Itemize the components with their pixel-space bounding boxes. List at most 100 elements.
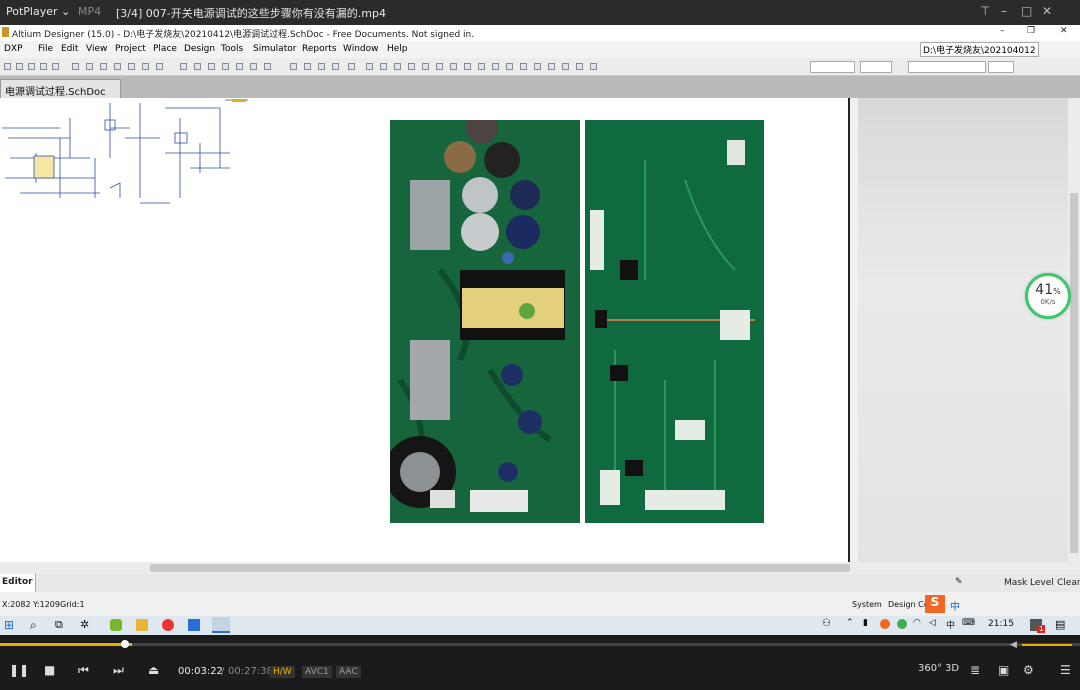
pin-icon[interactable]: ⊤ (980, 4, 990, 18)
close-icon[interactable]: ✕ (1042, 4, 1052, 18)
document-tab-strip: 电源调试过程.SchDoc (0, 76, 1080, 98)
schematic-drawing (2, 99, 248, 204)
notification-badge: 1 (1037, 625, 1046, 633)
toolbar-combo-4[interactable] (988, 61, 1014, 73)
maximize-icon[interactable]: □ (1021, 4, 1032, 18)
mic-icon[interactable]: ▮ (863, 618, 868, 628)
previous-button[interactable]: ⏮ (78, 663, 89, 678)
time-separator: / (221, 666, 225, 677)
design-panel-button[interactable]: Design Co (888, 600, 929, 609)
player-menu-button[interactable]: PotPlayer ⌄ (6, 5, 70, 18)
menu-place[interactable]: Place (153, 44, 177, 54)
minimize-icon[interactable]: – (1001, 4, 1007, 18)
app-icon-3[interactable] (188, 619, 200, 631)
altium-restore-icon[interactable]: ❐ (1027, 26, 1035, 36)
sheet-border (848, 98, 850, 562)
altium-toolbar[interactable] (0, 58, 1080, 76)
altium-task-icon[interactable] (212, 617, 230, 633)
menu-window[interactable]: Window (343, 44, 379, 54)
video-frame[interactable]: Altium Designer (15.0) - D:\电子发烧友\202104… (0, 25, 1080, 635)
menu-edit[interactable]: Edit (61, 44, 78, 54)
player-controls: ◀ ❚❚ ■ ⏮ ⏭ ⏏ 00:03:22 / 00:27:38 H/W AVC… (0, 635, 1080, 690)
volume-icon[interactable]: ◀ (1010, 640, 1017, 650)
speed-percent: 41 (1035, 282, 1054, 298)
3d-icon[interactable]: 3D (945, 663, 959, 674)
toolbar-combo-3[interactable] (908, 61, 986, 73)
windows-taskbar: ⊞ ⌕ ⧉ ✲ ⚇ ⌃ ▮ ◠ ◁ 中 ⌨ 21:15 1 ▤ (0, 616, 1080, 635)
ime-sogou-icon[interactable]: ⌨ (962, 618, 975, 628)
windows-start-icon[interactable]: ⊞ (4, 618, 14, 632)
ime-indicator[interactable]: 中 (946, 618, 955, 631)
toolbar-combo-2[interactable] (860, 61, 892, 73)
cursor-coords: X:2082 Y:1209 (2, 600, 60, 609)
tray-app-icon-2[interactable] (897, 619, 907, 629)
video-codec-tag[interactable]: AVC1 (302, 666, 332, 678)
net-speed-widget[interactable]: 41% 0K/s (1025, 273, 1071, 319)
mask-level-button[interactable]: Mask Level (1004, 578, 1054, 588)
menu-project[interactable]: Project (115, 44, 146, 54)
speed-rate: 0K/s (1040, 298, 1056, 306)
status-bar: X:2082 Y:1209 Grid:1 System Design Co S … (0, 592, 1080, 616)
subtitle-search-icon[interactable]: ≣ (970, 663, 980, 677)
horizontal-scrollbar[interactable] (0, 562, 1080, 574)
sogou-ime-icon[interactable]: S (925, 595, 945, 613)
document-tab-label: 电源调试过程.SchDoc (5, 87, 106, 98)
app-icon-2[interactable] (162, 619, 174, 631)
toolbar-combo-1[interactable] (810, 61, 855, 73)
altium-title-bar: Altium Designer (15.0) - D:\电子发烧友\202104… (0, 25, 1080, 41)
search-icon[interactable]: ⌕ (30, 618, 37, 633)
brush-icon[interactable]: ✎ (955, 577, 963, 587)
pcb-photo-top (390, 120, 580, 523)
stop-button[interactable]: ■ (44, 663, 55, 677)
menu-help[interactable]: Help (387, 44, 408, 54)
total-time: 00:27:38 (228, 666, 273, 677)
eject-button[interactable]: ⏏ (148, 663, 159, 677)
wifi-icon[interactable]: ◠ (913, 618, 921, 628)
altium-logo-icon (2, 27, 9, 37)
editor-bar: Editor ✎ Mask Level Clear (0, 574, 1080, 592)
menu-reports[interactable]: Reports (302, 44, 337, 54)
settings-icon[interactable]: ✲ (80, 618, 89, 631)
seek-bar[interactable] (0, 640, 1080, 648)
ime-mode-icon[interactable]: 中 (950, 598, 960, 613)
clear-button[interactable]: Clear (1057, 578, 1080, 588)
people-icon[interactable]: ⚇ (822, 618, 831, 629)
player-title-bar: PotPlayer ⌄ MP4 [3/4] 007-开关电源调试的这些步骤你有没… (0, 0, 1080, 25)
altium-minimize-icon[interactable]: – (1000, 26, 1005, 36)
vr360-icon[interactable]: 360° (918, 663, 942, 674)
app-icon-1[interactable] (110, 619, 122, 631)
clock[interactable]: 21:15 (988, 619, 1014, 629)
menu-simulator[interactable]: Simulator (253, 44, 296, 54)
speed-unit: % (1053, 287, 1061, 296)
vertical-scrollbar[interactable] (1068, 98, 1080, 562)
editor-tab[interactable]: Editor (0, 574, 36, 592)
volume-slider[interactable] (1022, 644, 1072, 646)
path-box[interactable]: D:\电子发烧友\202104012 (920, 42, 1039, 57)
chapter-icon[interactable]: ▣ (998, 663, 1009, 677)
menu-dxp[interactable]: DXP (4, 44, 23, 54)
playlist-icon[interactable]: ☰ (1060, 663, 1071, 677)
action-center-icon[interactable]: ▤ (1055, 618, 1065, 631)
player-name: PotPlayer (6, 5, 58, 18)
next-button[interactable]: ⏭ (113, 663, 124, 678)
document-tab[interactable]: 电源调试过程.SchDoc (0, 79, 121, 98)
format-label: MP4 (78, 5, 102, 18)
preferences-icon[interactable]: ⚙ (1023, 663, 1034, 677)
pause-button[interactable]: ❚❚ (9, 663, 29, 677)
menu-tools[interactable]: Tools (221, 44, 243, 54)
volume-icon[interactable]: ◁ (929, 618, 936, 628)
hw-tag[interactable]: H/W (270, 666, 295, 678)
altium-close-icon[interactable]: ✕ (1060, 26, 1068, 36)
video-title: [3/4] 007-开关电源调试的这些步骤你有没有漏的.mp4 (116, 7, 386, 20)
menu-design[interactable]: Design (184, 44, 215, 54)
audio-codec-tag[interactable]: AAC (336, 666, 361, 678)
grid-size: Grid:1 (60, 600, 85, 609)
folder-icon[interactable] (136, 619, 148, 631)
menu-view[interactable]: View (86, 44, 107, 54)
system-panel-button[interactable]: System (852, 600, 882, 609)
seek-handle[interactable] (121, 640, 129, 648)
menu-file[interactable]: File (38, 44, 53, 54)
tray-app-icon-1[interactable] (880, 619, 890, 629)
task-view-icon[interactable]: ⧉ (55, 618, 63, 632)
tray-chevron-icon[interactable]: ⌃ (846, 618, 854, 628)
